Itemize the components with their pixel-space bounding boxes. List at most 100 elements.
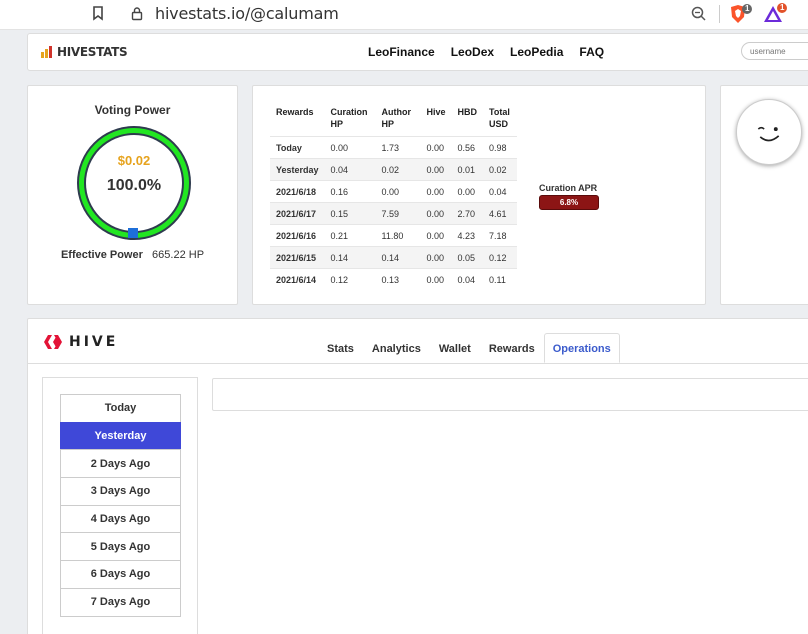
- logo-text: HIVESTATS: [57, 45, 128, 59]
- reward-value-cell: 11.80: [375, 224, 421, 247]
- voting-power-title: Voting Power: [94, 103, 171, 117]
- reward-value-cell: 0.11: [483, 268, 518, 291]
- col-rewards: Rewards: [276, 107, 314, 117]
- reward-value-cell: 0.00: [420, 158, 452, 181]
- reward-value-cell: 0.12: [324, 268, 376, 291]
- reward-value-cell: 0.00: [420, 136, 452, 159]
- reward-value-cell: 4.23: [451, 224, 484, 247]
- stats-tabs: Stats Analytics Wallet Rewards Operation…: [318, 333, 620, 363]
- reward-value-cell: 7.59: [375, 202, 421, 225]
- reward-date-cell: Today: [270, 136, 325, 159]
- reward-value-cell: 0.00: [420, 180, 452, 203]
- day-filter-item[interactable]: 7 Days Ago: [60, 587, 181, 617]
- nav-leodex[interactable]: LeoDex: [451, 45, 494, 59]
- day-filter-item[interactable]: Today: [60, 394, 181, 423]
- reward-value-cell: 0.05: [451, 246, 484, 269]
- reward-date-cell: 2021/6/17: [270, 202, 325, 225]
- effective-power: Effective Power 665.22 HP: [28, 249, 237, 261]
- reward-value-cell: 0.12: [483, 246, 518, 269]
- username-input[interactable]: [741, 42, 808, 60]
- reward-value-cell: 0.21: [324, 224, 376, 247]
- reward-date-cell: 2021/6/14: [270, 268, 325, 291]
- col-hive: Hive: [426, 107, 446, 117]
- nav-faq[interactable]: FAQ: [579, 45, 604, 59]
- reward-value-cell: 0.13: [375, 268, 421, 291]
- rewards-row: Yesterday 0.04 0.02 0.00 0.01 0.02: [270, 158, 518, 181]
- reward-value-cell: 0.04: [483, 180, 518, 203]
- reward-value-cell: 2.70: [451, 202, 484, 225]
- tab-operations[interactable]: Operations: [543, 333, 620, 363]
- reward-value-cell: 0.00: [420, 246, 452, 269]
- address-bar-url[interactable]: hivestats.io/@calumam: [155, 4, 339, 23]
- reward-date-cell: Yesterday: [270, 158, 325, 181]
- brave-badge: 1: [742, 4, 753, 14]
- day-filter-item[interactable]: Yesterday: [60, 421, 181, 451]
- rewards-table: Rewards Curation HP Author HP Hive HBD T…: [270, 104, 518, 291]
- browser-toolbar: hivestats.io/@calumam 1 1: [0, 0, 808, 30]
- reward-value-cell: 0.00: [420, 224, 452, 247]
- hive-stats-panel: HIVE Stats Analytics Wallet Rewards Oper…: [27, 318, 808, 634]
- reward-value-cell: 0.14: [324, 246, 376, 269]
- reward-value-cell: 1.73: [375, 136, 421, 159]
- col-total-usd: Total USD: [489, 107, 510, 129]
- col-author-hp: Author HP: [381, 107, 412, 129]
- toolbar-divider: [719, 5, 720, 23]
- avatar[interactable]: [736, 99, 802, 165]
- reward-value-cell: 0.00: [420, 202, 452, 225]
- reward-value-cell: 0.00: [451, 180, 484, 203]
- effective-power-label: Effective Power: [60, 249, 143, 261]
- main-nav: LeoFinance LeoDex LeoPedia FAQ: [368, 45, 604, 59]
- vote-value-usd: $0.02: [117, 153, 151, 168]
- tab-rewards[interactable]: Rewards: [480, 333, 544, 363]
- day-filter-item[interactable]: 4 Days Ago: [60, 504, 181, 534]
- day-filter-box: Today Yesterday 2 Days Ago 3 Days Ago 4 Days…: [42, 377, 198, 634]
- tab-wallet[interactable]: Wallet: [430, 333, 480, 363]
- voting-power-percent: 100.0%: [106, 177, 162, 194]
- rewards-badge: 1: [777, 3, 788, 13]
- reward-value-cell: 7.18: [483, 224, 518, 247]
- reward-value-cell: 0.02: [483, 158, 518, 181]
- col-curation-hp: Curation HP: [330, 107, 368, 129]
- day-filter-item[interactable]: 2 Days Ago: [60, 449, 181, 479]
- rewards-panel: Rewards Curation HP Author HP Hive HBD T…: [252, 85, 706, 305]
- bookmark-icon[interactable]: [92, 6, 104, 21]
- reward-value-cell: 0.16: [324, 180, 376, 203]
- day-filter-item[interactable]: 3 Days Ago: [60, 477, 181, 506]
- operations-list: [212, 378, 808, 411]
- reward-value-cell: 0.00: [324, 136, 376, 159]
- zoom-out-icon[interactable]: [690, 5, 708, 23]
- hive-logo: HIVE: [43, 333, 118, 351]
- rewards-row: 2021/6/18 0.16 0.00 0.00 0.00 0.04: [270, 180, 518, 203]
- col-hbd: HBD: [457, 107, 478, 117]
- nav-leofinance[interactable]: LeoFinance: [368, 45, 435, 59]
- reward-value-cell: 0.15: [324, 202, 376, 225]
- rewards-row: 2021/6/16 0.21 11.80 0.00 4.23 7.18: [270, 224, 518, 247]
- voting-power-panel: Voting Power $0.02 100.0% Effective Powe…: [27, 85, 238, 305]
- tabs-divider: [28, 363, 808, 364]
- tab-stats[interactable]: Stats: [318, 333, 363, 363]
- profile-panel: [720, 85, 808, 305]
- lock-icon[interactable]: [131, 6, 143, 21]
- reward-value-cell: 0.14: [375, 246, 421, 269]
- reward-date-cell: 2021/6/18: [270, 180, 325, 203]
- hive-logo-text: HIVE: [69, 334, 119, 350]
- reward-value-cell: 0.01: [451, 158, 484, 181]
- reward-value-cell: 0.04: [451, 268, 484, 291]
- day-filter-item[interactable]: 5 Days Ago: [60, 532, 181, 562]
- rewards-row: 2021/6/14 0.12 0.13 0.00 0.04 0.11: [270, 268, 518, 291]
- reward-value-cell: 0.00: [420, 268, 452, 291]
- nav-leopedia[interactable]: LeoPedia: [510, 45, 563, 59]
- reward-value-cell: 0.00: [375, 180, 421, 203]
- day-filter-item[interactable]: 6 Days Ago: [60, 560, 181, 589]
- curation-apr-label: Curation APR: [539, 183, 598, 193]
- reward-date-cell: 2021/6/16: [270, 224, 325, 247]
- effective-power-value: 665.22 HP: [152, 249, 205, 261]
- reward-date-cell: 2021/6/15: [270, 246, 325, 269]
- hivestats-logo-icon: [41, 46, 52, 58]
- day-filter-list: Today Yesterday 2 Days Ago 3 Days Ago 4 Days…: [60, 394, 181, 617]
- rewards-row: 2021/6/15 0.14 0.14 0.00 0.05 0.12: [270, 246, 518, 269]
- reward-value-cell: 0.56: [451, 136, 484, 159]
- hive-logo-icon: [44, 335, 62, 349]
- tab-analytics[interactable]: Analytics: [363, 333, 430, 363]
- hivestats-logo[interactable]: HIVESTATS: [40, 45, 128, 59]
